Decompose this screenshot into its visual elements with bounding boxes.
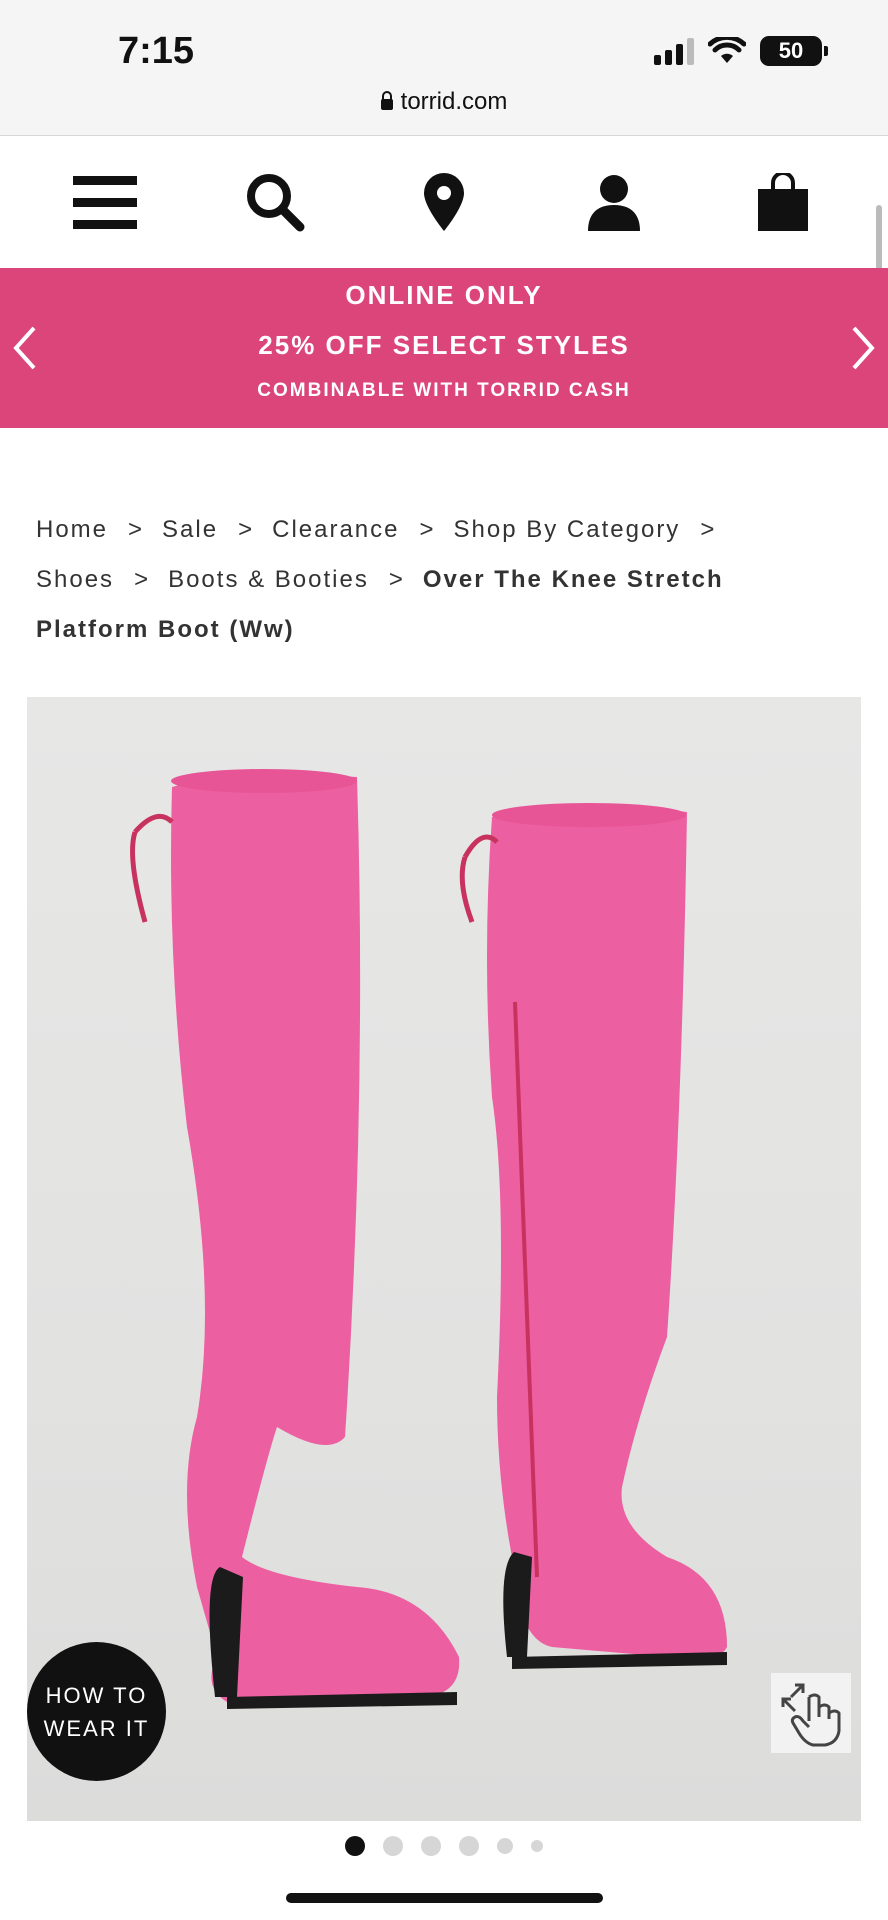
status-icons: 50 [654,36,828,66]
carousel-dot-1[interactable] [345,1836,365,1856]
menu-button[interactable] [70,167,140,237]
url-text: torrid.com [400,88,508,115]
home-indicator[interactable] [286,1893,603,1903]
status-time: 7:15 [118,30,195,72]
boots-illustration [130,769,727,1709]
wifi-icon [708,37,746,63]
zoom-button[interactable] [771,1673,851,1753]
account-icon [587,175,640,231]
promo-next-button[interactable] [838,318,888,378]
zoom-expand-hand-icon [781,1683,841,1747]
browser-status-bar: 7:15 50 torrid.com [0,0,888,136]
breadcrumb-shoes[interactable]: Shoes [36,566,114,593]
promo-headline: ONLINE ONLY [345,280,543,310]
store-locator-button[interactable] [409,167,479,237]
chevron-right-icon [852,326,875,370]
product-image[interactable]: HOW TO WEAR IT [27,697,861,1821]
lock-icon [380,91,393,110]
battery-icon: 50 [760,36,828,66]
breadcrumb-boots-booties[interactable]: Boots & Booties [168,566,369,593]
location-pin-icon [424,173,464,231]
menu-icon [73,176,137,229]
carousel-dot-3[interactable] [421,1836,441,1856]
breadcrumb-separator: > [388,566,405,593]
promo-banner[interactable]: ONLINE ONLY 25% OFF SELECT STYLES COMBIN… [0,268,888,428]
breadcrumb-home[interactable]: Home [36,516,108,543]
carousel-dot-4[interactable] [459,1836,479,1856]
account-button[interactable] [579,167,649,237]
right-boot [459,803,727,1669]
breadcrumb-separator: > [238,516,255,543]
breadcrumb: Home > Sale > Clearance > Shop By Category > Sho… [36,505,836,655]
breadcrumb-separator: > [134,566,151,593]
breadcrumb-separator: > [419,516,436,543]
cellular-signal-icon [654,37,694,65]
carousel-dot-5[interactable] [497,1838,513,1854]
search-icon [246,174,304,232]
carousel-dot-6[interactable] [531,1840,543,1852]
how-to-wear-line1: HOW TO [45,1682,148,1708]
cart-button[interactable] [748,167,818,237]
promo-offer: 25% OFF SELECT STYLES [258,330,630,360]
carousel-dot-2[interactable] [383,1836,403,1856]
breadcrumb-separator: > [128,516,145,543]
site-nav-bar [0,137,888,267]
address-bar[interactable]: torrid.com [0,88,888,116]
breadcrumb-shop-by-category[interactable]: Shop By Category [454,516,681,543]
breadcrumb-clearance[interactable]: Clearance [272,516,399,543]
shopping-bag-icon [758,173,808,231]
search-button[interactable] [240,167,310,237]
breadcrumb-sale[interactable]: Sale [162,516,218,543]
left-boot [130,769,460,1709]
image-carousel-dots [0,1836,888,1856]
how-to-wear-button[interactable]: HOW TO WEAR IT [27,1642,166,1781]
promo-subtext: COMBINABLE WITH TORRID CASH [257,380,631,401]
breadcrumb-separator: > [700,516,717,543]
how-to-wear-line2: WEAR IT [43,1715,150,1741]
